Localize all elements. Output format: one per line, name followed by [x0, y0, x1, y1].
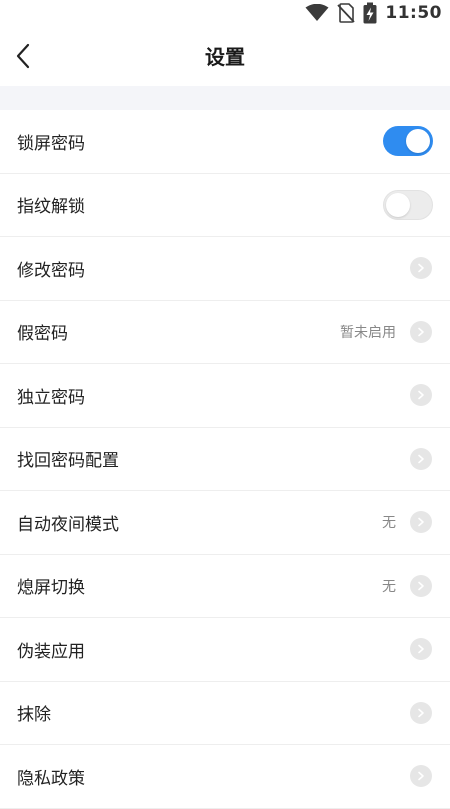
- battery-charging-icon: [363, 2, 377, 24]
- settings-row-screen-off-switch[interactable]: 熄屏切换 无: [0, 555, 450, 618]
- settings-row-fake-password[interactable]: 假密码 暂未启用: [0, 301, 450, 364]
- chevron-right-icon: [410, 257, 432, 280]
- settings-row-label: 假密码: [17, 324, 68, 345]
- lock-screen-password-toggle[interactable]: [383, 126, 433, 157]
- section-spacer: [0, 86, 450, 110]
- settings-row-label: 抹除: [17, 705, 51, 726]
- wifi-icon: [305, 4, 329, 21]
- settings-row-independent-password[interactable]: 独立密码: [0, 364, 450, 428]
- settings-row-label: 找回密码配置: [17, 451, 119, 472]
- settings-row-label: 隐私政策: [17, 768, 85, 789]
- chevron-right-icon: [410, 320, 432, 343]
- settings-row-label: 锁屏密码: [17, 133, 85, 154]
- page-title: 设置: [205, 45, 245, 69]
- settings-row-change-password[interactable]: 修改密码: [0, 237, 450, 301]
- row-right: 无: [382, 574, 432, 597]
- settings-row-label: 自动夜间模式: [17, 514, 119, 535]
- status-time: 11:50: [385, 3, 442, 23]
- settings-row-auto-night-mode[interactable]: 自动夜间模式 无: [0, 491, 450, 555]
- status-bar: 11:50: [0, 0, 450, 26]
- row-right: [410, 384, 432, 407]
- settings-row-value: 无: [382, 515, 396, 532]
- no-sim-icon: [337, 3, 356, 23]
- chevron-right-icon: [410, 574, 432, 597]
- settings-row-label: 修改密码: [17, 260, 85, 281]
- row-right: [410, 765, 432, 788]
- toggle-knob: [386, 192, 410, 217]
- settings-row-label: 独立密码: [17, 387, 85, 408]
- settings-row-lock-screen-password[interactable]: 锁屏密码: [0, 110, 450, 174]
- settings-row-value: 无: [382, 578, 396, 595]
- settings-row-fingerprint-unlock[interactable]: 指纹解锁: [0, 174, 450, 237]
- chevron-right-icon: [410, 384, 432, 407]
- toggle-knob: [406, 129, 430, 154]
- settings-row-value: 暂未启用: [340, 324, 396, 341]
- settings-row-disguise-app[interactable]: 伪装应用: [0, 618, 450, 682]
- settings-list: 锁屏密码 指纹解锁 修改密码 假密码 暂未启用 独立密码 找回密码配置 自动夜间…: [0, 110, 450, 809]
- fingerprint-unlock-toggle[interactable]: [383, 189, 433, 220]
- settings-row-label: 伪装应用: [17, 641, 85, 662]
- status-icons: 11:50: [305, 2, 442, 24]
- chevron-right-icon: [410, 701, 432, 724]
- settings-row-erase[interactable]: 抹除: [0, 682, 450, 745]
- row-right: [410, 257, 432, 280]
- app-header: 设置: [0, 26, 450, 86]
- row-right: [410, 447, 432, 470]
- chevron-right-icon: [410, 511, 432, 534]
- chevron-right-icon: [410, 638, 432, 661]
- settings-row-label: 熄屏切换: [17, 578, 85, 599]
- row-right: 暂未启用: [340, 320, 432, 343]
- chevron-right-icon: [410, 765, 432, 788]
- chevron-right-icon: [410, 447, 432, 470]
- settings-row-privacy-policy[interactable]: 隐私政策: [0, 745, 450, 809]
- row-right: [410, 638, 432, 661]
- row-right: [410, 701, 432, 724]
- settings-row-label: 指纹解锁: [17, 197, 85, 218]
- settings-row-password-recovery[interactable]: 找回密码配置: [0, 428, 450, 491]
- row-right: 无: [382, 511, 432, 534]
